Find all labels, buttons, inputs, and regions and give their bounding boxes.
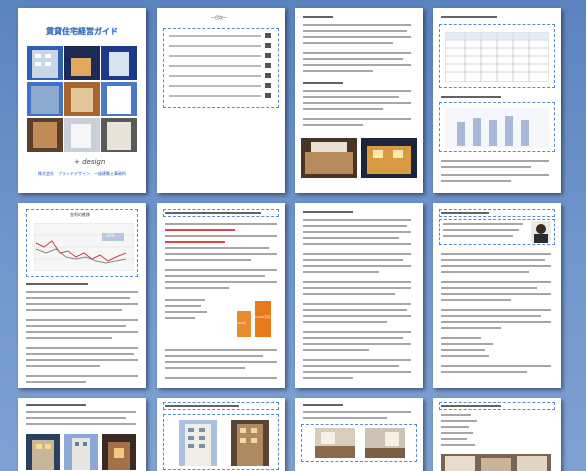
toc-heading: ―目次― <box>211 15 227 20</box>
photo-apartment-2 <box>231 420 269 466</box>
page-7-text[interactable] <box>295 203 423 388</box>
cover-design-label: + design <box>74 158 106 166</box>
interior-photo-1 <box>301 138 357 178</box>
interior-photo-a <box>315 428 355 458</box>
photo-building-1 <box>26 434 60 470</box>
profile-photo <box>531 221 551 243</box>
bar-large-label: X,XXX万円 <box>255 315 271 319</box>
cover-photo-grid <box>27 46 137 152</box>
page-3-intro[interactable] <box>295 8 423 193</box>
page-2-toc[interactable]: ―目次― <box>157 8 285 193</box>
chart-note: 39% <box>106 233 115 238</box>
page-5-rate-chart[interactable]: 金利の推移 39% <box>18 203 146 388</box>
page-12-list[interactable] <box>433 398 561 471</box>
photo-building-3 <box>102 434 136 470</box>
exterior-night-photo <box>361 138 417 178</box>
rate-line-chart <box>34 223 134 271</box>
bar-small-label: XXX円 <box>237 321 247 325</box>
data-table <box>445 32 549 82</box>
page-1-cover[interactable]: 賃貸住宅経営ガイド + design 株式会社 ブランドデザイン 一級建築士事務… <box>18 8 146 193</box>
chart-heading: 金利の推移 <box>70 212 90 217</box>
toc-lines <box>169 33 271 98</box>
page-4-tables[interactable] <box>433 8 561 193</box>
page-11-interiors[interactable] <box>295 398 423 471</box>
page-9-photos[interactable] <box>18 398 146 471</box>
photo-apartment-1 <box>179 420 217 466</box>
photo-street <box>441 454 551 471</box>
page-8-profile[interactable] <box>433 203 561 388</box>
cover-footer: 株式会社 ブランドデザイン 一級建築士事務所 <box>38 171 126 176</box>
page-10-photos[interactable] <box>157 398 285 471</box>
page-6-bar-chart[interactable]: XXX円 X,XXX万円 <box>157 203 285 388</box>
cover-title: 賃貸住宅経営ガイド <box>46 27 118 36</box>
photo-building-2 <box>64 434 98 470</box>
print-preview-area: { "cover": { "title": "賃貸住宅経営ガイド", "desi… <box>0 0 586 471</box>
interior-photo-b <box>365 428 405 458</box>
bar-chart-small <box>445 108 549 148</box>
